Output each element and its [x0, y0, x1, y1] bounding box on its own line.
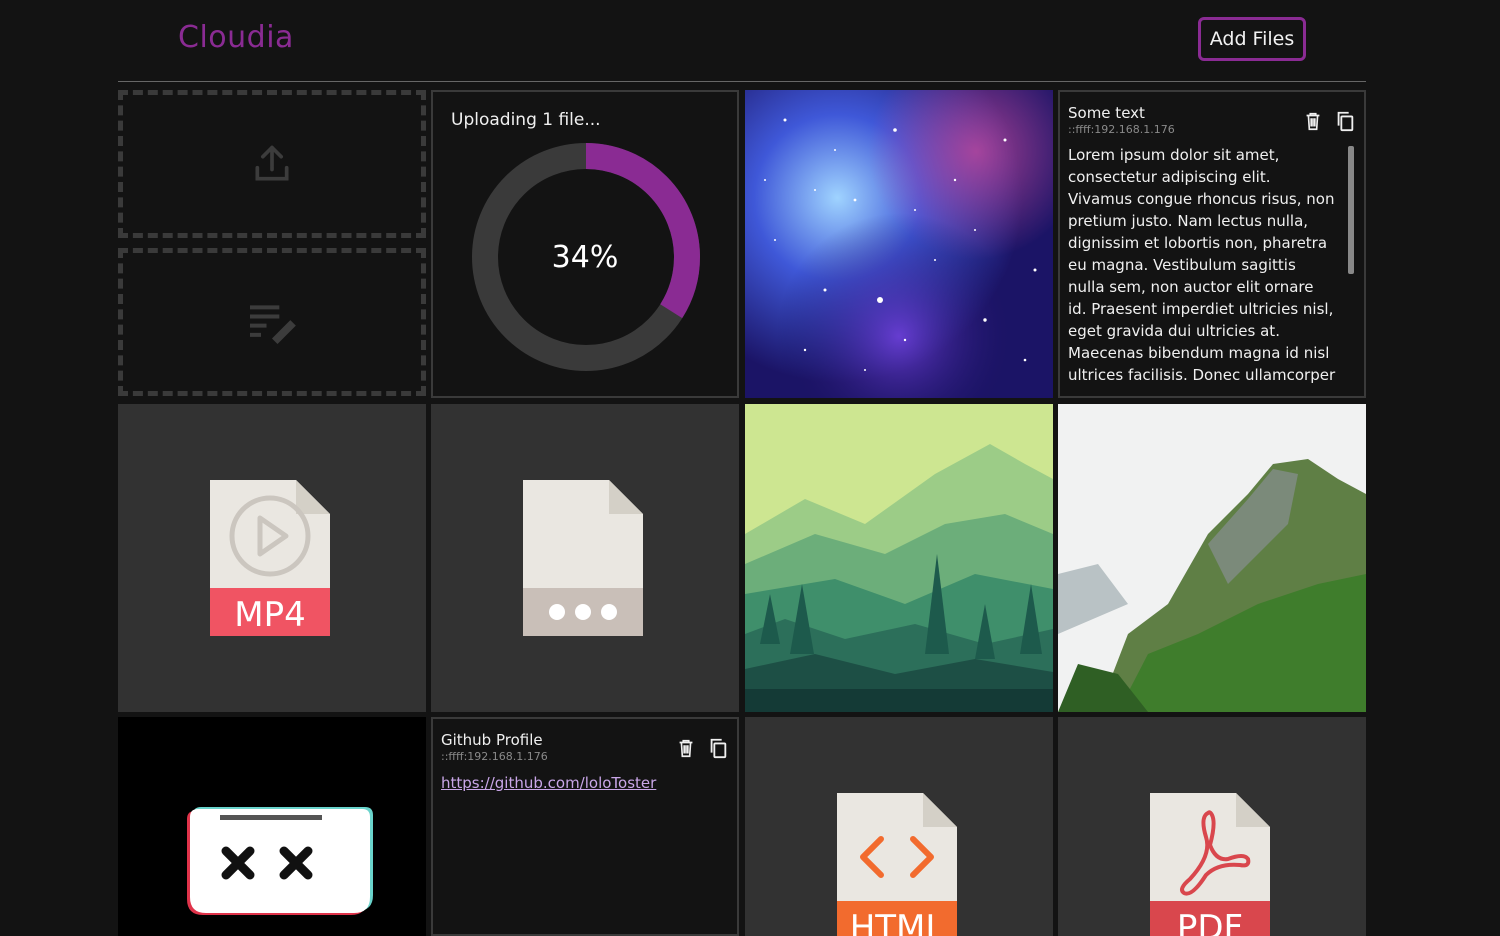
file-pdf[interactable]: PDF [1058, 717, 1366, 936]
edit-note-icon [250, 305, 296, 344]
image-glitch-skull[interactable] [118, 717, 426, 936]
upload-dropzone[interactable] [118, 90, 426, 238]
trash-icon[interactable] [675, 737, 697, 759]
copy-icon[interactable] [1334, 110, 1356, 132]
generic-file-icon [523, 480, 643, 636]
note-card[interactable]: Some text ::ffff:192.168.1.176 Lorem ips… [1058, 90, 1366, 398]
app-header: Cloudia Add Files [118, 0, 1366, 82]
new-note-dropzone[interactable] [118, 248, 426, 396]
note-body: Lorem ipsum dolor sit amet, consectetur … [1068, 146, 1336, 384]
upload-icon [255, 145, 289, 181]
note-title: Github Profile [441, 731, 543, 749]
mp4-label: MP4 [234, 595, 305, 635]
copy-icon[interactable] [707, 737, 729, 759]
upload-status-label: Uploading 1 file... [451, 110, 601, 130]
mountain-image [1058, 404, 1366, 712]
image-galaxy[interactable] [745, 90, 1053, 398]
html-file-icon: HTML [837, 793, 957, 936]
video-file-icon: MP4 [210, 480, 330, 636]
galaxy-image [745, 90, 1053, 398]
html-label: HTML [850, 908, 945, 936]
note-title: Some text [1068, 104, 1145, 122]
file-mp4[interactable]: MP4 [118, 404, 426, 712]
glitch-skull-image [187, 807, 373, 915]
pdf-file-icon: PDF [1150, 793, 1270, 936]
trash-icon[interactable] [1302, 110, 1324, 132]
link-note-card[interactable]: Github Profile ::ffff:192.168.1.176 http… [431, 717, 739, 936]
note-ip: ::ffff:192.168.1.176 [441, 750, 548, 763]
file-generic[interactable] [431, 404, 739, 712]
forest-image [745, 404, 1053, 712]
add-files-button[interactable]: Add Files [1198, 17, 1306, 61]
note-scrollbar[interactable] [1348, 146, 1354, 274]
note-ip: ::ffff:192.168.1.176 [1068, 123, 1175, 136]
image-forest[interactable] [745, 404, 1053, 712]
file-html[interactable]: HTML [745, 717, 1053, 936]
app-brand: Cloudia [178, 20, 294, 55]
pdf-label: PDF [1177, 908, 1243, 936]
note-link[interactable]: https://github.com/loloToster [441, 774, 656, 792]
upload-progress-tile: Uploading 1 file... 34% [431, 90, 739, 398]
upload-percent: 34% [551, 240, 619, 275]
image-mountain[interactable] [1058, 404, 1366, 712]
